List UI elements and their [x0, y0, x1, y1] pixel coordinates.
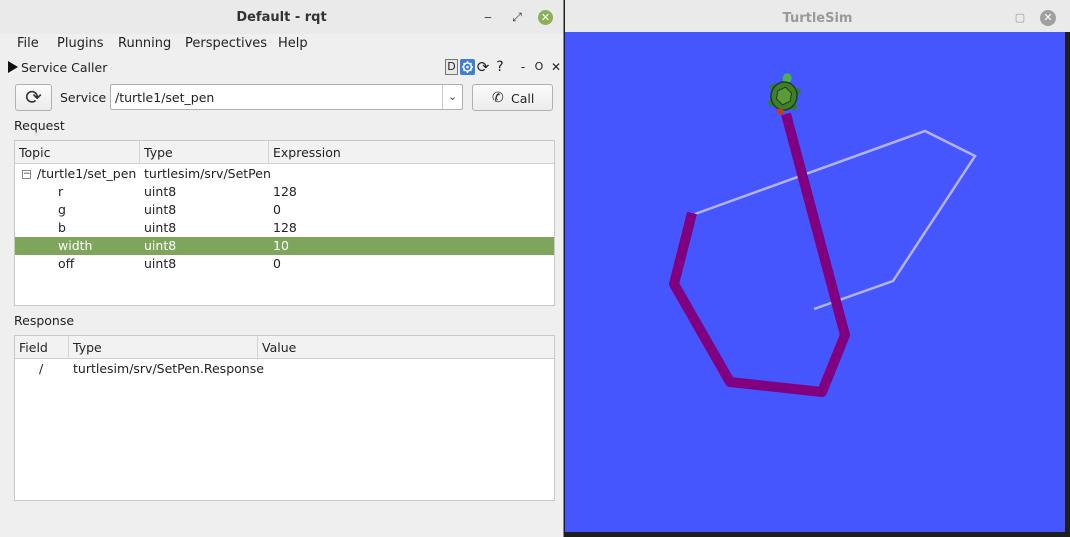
- plugin-name: Service Caller: [21, 60, 108, 75]
- settings-gear-icon[interactable]: [460, 59, 475, 75]
- response-header: Field Type Value: [15, 336, 554, 359]
- row-topic: g: [58, 202, 66, 217]
- column-expression[interactable]: Expression: [269, 141, 554, 164]
- request-header: Topic Type Expression: [15, 141, 554, 164]
- row-topic: r: [58, 184, 64, 199]
- menu-file[interactable]: File: [17, 36, 39, 51]
- response-tree[interactable]: Field Type Value / turtlesim/srv/SetPen.…: [14, 335, 555, 501]
- chevron-down-icon[interactable]: ⌄: [442, 85, 462, 109]
- collapse-triangle-icon[interactable]: [8, 61, 18, 73]
- request-row-g[interactable]: g uint8 0: [15, 201, 554, 219]
- request-tree[interactable]: Topic Type Expression − /turtle1/set_pen…: [14, 140, 555, 306]
- canvas-background: [565, 32, 1065, 532]
- row-topic: b: [58, 220, 66, 235]
- reload-icon[interactable]: ⟳: [475, 59, 491, 75]
- column-field[interactable]: Field: [15, 336, 69, 359]
- maximize-icon[interactable]: ▢: [1012, 10, 1028, 26]
- phone-icon: ✆: [492, 90, 504, 106]
- column-type[interactable]: Type: [140, 141, 269, 164]
- row-field: /: [39, 361, 44, 376]
- row-expression[interactable]: 0: [273, 201, 281, 219]
- request-row-r[interactable]: r uint8 128: [15, 183, 554, 201]
- turtlesim-window: TurtleSim ▢ ✕: [565, 0, 1070, 537]
- call-button[interactable]: ✆ Call: [472, 84, 553, 111]
- turtlesim-window-title: TurtleSim: [782, 11, 853, 26]
- row-type: uint8: [144, 184, 177, 199]
- plugin-title-bar: Service Caller D ⟳ ? - O ✕: [0, 58, 563, 78]
- turtlesim-titlebar[interactable]: TurtleSim ▢ ✕: [565, 0, 1070, 32]
- row-type: uint8: [144, 238, 177, 253]
- menu-bar: File Plugins Running Perspectives Help: [0, 34, 563, 54]
- row-type: uint8: [144, 256, 177, 271]
- request-label: Request: [14, 118, 65, 133]
- close-icon[interactable]: ✕: [538, 10, 553, 25]
- column-type[interactable]: Type: [69, 336, 258, 359]
- row-type: uint8: [144, 220, 177, 235]
- help-icon[interactable]: ?: [494, 59, 506, 75]
- row-type: uint8: [144, 202, 177, 217]
- service-value: /turtle1/set_pen: [115, 90, 215, 105]
- request-row-off[interactable]: off uint8 0: [15, 255, 554, 273]
- call-button-label: Call: [511, 91, 535, 106]
- response-row[interactable]: / turtlesim/srv/SetPen.Response: [15, 360, 554, 378]
- menu-perspectives[interactable]: Perspectives: [185, 36, 267, 51]
- close-plugin-icon[interactable]: ✕: [550, 59, 562, 75]
- request-row-width[interactable]: width uint8 10: [15, 237, 554, 255]
- root-topic: /turtle1/set_pen: [37, 166, 137, 181]
- column-topic[interactable]: Topic: [15, 141, 140, 164]
- row-type: turtlesim/srv/SetPen.Response: [73, 361, 264, 376]
- close-icon[interactable]: ✕: [1040, 10, 1056, 26]
- root-type: turtlesim/srv/SetPen: [144, 166, 271, 181]
- row-topic: off: [58, 256, 75, 271]
- rqt-window: Default - rqt ‒ ⤢ ✕ File Plugins Running…: [0, 0, 564, 537]
- minimize-icon[interactable]: ‒: [479, 8, 497, 26]
- menu-plugins[interactable]: Plugins: [57, 36, 104, 51]
- refresh-services-button[interactable]: ⟳: [15, 84, 52, 111]
- rqt-titlebar[interactable]: Default - rqt ‒ ⤢ ✕: [0, 0, 563, 34]
- service-row: ⟳ Service /turtle1/set_pen ⌄ ✆ Call: [0, 82, 563, 112]
- menu-help[interactable]: Help: [278, 36, 308, 51]
- turtlesim-canvas: [565, 32, 1065, 532]
- float-plugin-icon[interactable]: O: [534, 59, 544, 75]
- column-value[interactable]: Value: [258, 336, 554, 359]
- row-expression[interactable]: 128: [273, 183, 297, 201]
- request-row-b[interactable]: b uint8 128: [15, 219, 554, 237]
- row-topic: width: [58, 238, 93, 253]
- service-combobox[interactable]: /turtle1/set_pen ⌄: [110, 84, 463, 110]
- maximize-icon[interactable]: ⤢: [508, 8, 526, 26]
- minimize-plugin-icon[interactable]: -: [518, 59, 528, 75]
- collapse-toggle-icon[interactable]: −: [22, 170, 31, 179]
- menu-running[interactable]: Running: [118, 36, 171, 51]
- request-root-row[interactable]: − /turtle1/set_pen turtlesim/srv/SetPen: [15, 165, 554, 183]
- response-label: Response: [14, 313, 75, 328]
- row-expression[interactable]: 0: [273, 255, 281, 273]
- dock-d-icon[interactable]: D: [445, 59, 458, 75]
- row-expression[interactable]: 10: [273, 237, 289, 255]
- service-label: Service: [60, 90, 107, 105]
- row-expression[interactable]: 128: [273, 219, 297, 237]
